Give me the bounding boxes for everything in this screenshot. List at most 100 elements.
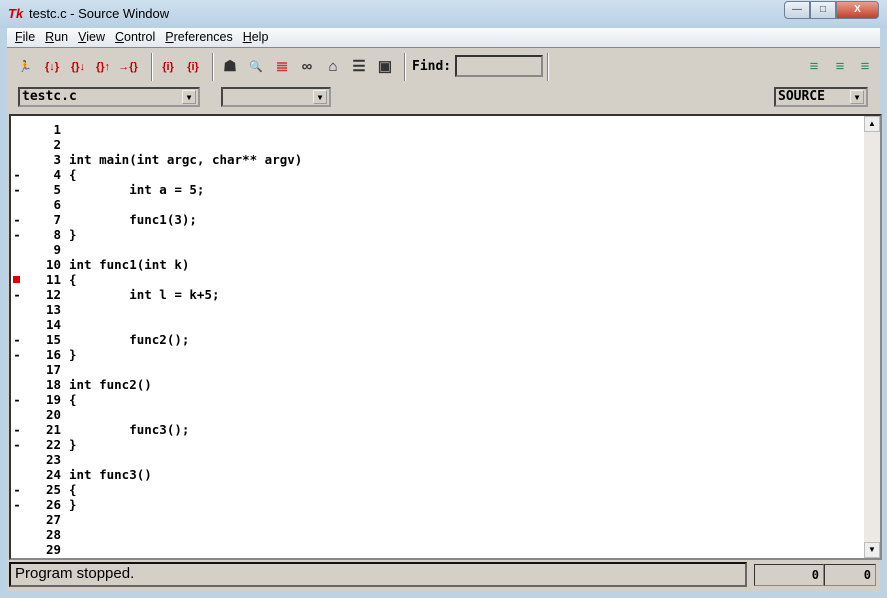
source-line[interactable]: - 19 { — [11, 392, 864, 407]
menu-preferences[interactable]: Preferences — [160, 28, 237, 47]
source-line[interactable]: - 5 int a = 5; — [11, 182, 864, 197]
source-line[interactable]: - 12 int l = k+5; — [11, 287, 864, 302]
source-line[interactable]: 9 — [11, 242, 864, 257]
maximize-button[interactable]: □ — [810, 1, 836, 19]
breakpoint-slot[interactable]: - — [13, 392, 21, 407]
step-icon[interactable]: {↓} — [41, 57, 63, 77]
source-line[interactable]: 6 — [11, 197, 864, 212]
find-input[interactable] — [455, 55, 543, 77]
breakpoint-slot[interactable]: - — [13, 167, 21, 182]
chevron-down-icon[interactable]: ▼ — [313, 90, 327, 104]
frame-up-icon[interactable]: ≡ — [829, 57, 851, 77]
window-title: testc.c - Source Window — [29, 6, 170, 21]
minimize-button[interactable]: — — [784, 1, 810, 19]
stack-icon[interactable]: ≣ — [271, 57, 293, 77]
find-label: Find: — [412, 59, 452, 74]
menu-label: iew — [86, 30, 105, 44]
source-line[interactable]: - 22} — [11, 437, 864, 452]
source-line[interactable]: 3 int main(int argc, char** argv) — [11, 152, 864, 167]
line-number: 23 — [45, 452, 61, 467]
line-number: 12 — [45, 287, 61, 302]
source-line[interactable]: 29 — [11, 542, 864, 557]
console-icon[interactable]: ▣ — [374, 57, 396, 77]
menu-help[interactable]: Help — [238, 28, 274, 47]
menu-control[interactable]: Control — [110, 28, 160, 47]
tk-logo-icon: Tk — [8, 6, 24, 21]
source-line[interactable]: 23 — [11, 452, 864, 467]
breakpoint-slot[interactable]: - — [13, 437, 21, 452]
source-view[interactable]: 1 2 3 int main(int argc, char** argv) -4{-5 … — [9, 114, 882, 560]
source-line[interactable]: 13 — [11, 302, 864, 317]
line-number: 9 — [53, 242, 61, 257]
watch-icon[interactable]: ∞ — [296, 57, 318, 77]
source-line[interactable]: - 7 func1(3); — [11, 212, 864, 227]
breakpoints-icon[interactable]: ☰ — [348, 57, 370, 77]
menu-file[interactable]: File — [10, 28, 40, 47]
source-line[interactable]: 11 { — [11, 272, 864, 287]
menu-label: ile — [22, 30, 36, 44]
locals-icon[interactable]: ⌂ — [322, 57, 344, 77]
mode-combo[interactable]: SOURCE ▼ — [774, 87, 868, 107]
source-line[interactable]: 28 — [11, 527, 864, 542]
source-line[interactable]: 17 — [11, 362, 864, 377]
title-bar: Tk testc.c - Source Window — □ X — [0, 0, 887, 28]
continue-icon[interactable]: →{} — [117, 57, 139, 77]
line-number: 7 — [53, 212, 61, 227]
source-line[interactable]: - 26} — [11, 497, 864, 512]
memory-icon[interactable]: 🔍 — [245, 57, 267, 77]
source-line[interactable]: 2 — [11, 137, 864, 152]
line-number: 11 — [45, 272, 61, 287]
breakpoint-slot[interactable]: - — [13, 482, 21, 497]
source-line[interactable]: 14 — [11, 317, 864, 332]
line-code: int func3() — [69, 467, 152, 482]
source-line[interactable]: - 25 { — [11, 482, 864, 497]
source-line[interactable]: 10 int func1(int k) — [11, 257, 864, 272]
frame-bottom-icon[interactable]: ≡ — [854, 57, 876, 77]
vertical-scrollbar[interactable]: ▲ ▼ — [864, 116, 880, 558]
source-line[interactable]: - 4 { — [11, 167, 864, 182]
line-code: int l = k+5; — [69, 287, 220, 302]
next-icon[interactable]: {}↓ — [67, 57, 89, 77]
toolbar-separator — [212, 53, 214, 81]
function-combo[interactable]: ▼ — [221, 87, 331, 107]
chevron-down-icon[interactable]: ▼ — [850, 90, 864, 104]
breakpoint-slot[interactable]: - — [13, 497, 21, 512]
file-combo[interactable]: testc.c ▼ — [18, 87, 200, 107]
file-combo-value: testc.c — [22, 89, 77, 104]
menu-view[interactable]: View — [73, 28, 110, 47]
breakpoint-slot[interactable]: - — [13, 347, 21, 362]
source-line[interactable]: 18 int func2() — [11, 377, 864, 392]
source-line[interactable]: 27 — [11, 512, 864, 527]
scroll-up-button[interactable]: ▲ — [864, 116, 880, 132]
line-number: 21 — [45, 422, 61, 437]
menu-bar: File Run View Control Preferences Help — [7, 28, 880, 48]
breakpoint-slot[interactable]: - — [13, 182, 21, 197]
menu-label: references — [173, 30, 233, 44]
scroll-down-button[interactable]: ▼ — [864, 542, 880, 558]
close-button[interactable]: X — [836, 1, 879, 19]
menu-mnemonic: P — [165, 30, 174, 44]
source-line[interactable]: - 8} — [11, 227, 864, 242]
breakpoint-slot[interactable]: - — [13, 422, 21, 437]
source-line[interactable]: 24 int func3() — [11, 467, 864, 482]
menu-run[interactable]: Run — [40, 28, 73, 47]
stepi-icon[interactable]: {i} — [157, 57, 179, 77]
toolbar-separator — [404, 53, 406, 81]
run-icon[interactable]: 🏃 — [14, 57, 36, 77]
source-line[interactable]: - 21 func3(); — [11, 422, 864, 437]
breakpoint-slot[interactable]: - — [13, 212, 21, 227]
source-lines[interactable]: 1 2 3 int main(int argc, char** argv) -4{-5 … — [11, 116, 864, 558]
source-line[interactable]: - 15 func2(); — [11, 332, 864, 347]
source-line[interactable]: 1 — [11, 122, 864, 137]
source-line[interactable]: 20 — [11, 407, 864, 422]
source-line[interactable]: - 16} — [11, 347, 864, 362]
breakpoint-slot[interactable]: - — [13, 332, 21, 347]
finish-icon[interactable]: {}↑ — [92, 57, 114, 77]
nexti-icon[interactable]: {i} — [182, 57, 204, 77]
chevron-down-icon[interactable]: ▼ — [182, 90, 196, 104]
breakpoint-marker-icon[interactable] — [13, 276, 20, 283]
registers-icon[interactable]: ☗ — [219, 57, 241, 77]
breakpoint-slot[interactable]: - — [13, 287, 21, 302]
frame-down-icon[interactable]: ≡ — [803, 57, 825, 77]
breakpoint-slot[interactable]: - — [13, 227, 21, 242]
